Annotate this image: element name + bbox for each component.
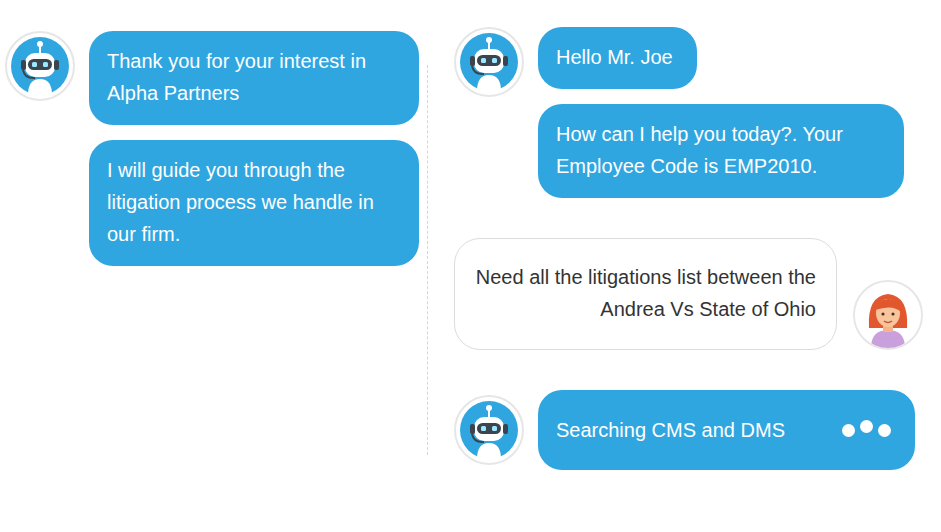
typing-indicator — [842, 424, 891, 437]
message-text: Need all the litigations list between th… — [475, 261, 816, 325]
conversation-panel: Thank you for your interest in Alpha Par… — [0, 0, 427, 532]
chat-page: Thank you for your interest in Alpha Par… — [0, 0, 941, 532]
typing-dot — [860, 420, 873, 433]
typing-dot — [878, 424, 891, 437]
robot-icon — [11, 37, 69, 95]
bot-message: I will guide you through the litigation … — [89, 140, 419, 266]
bot-avatar — [5, 31, 75, 101]
message-text: Searching CMS and DMS — [556, 414, 785, 446]
woman-icon — [855, 282, 921, 348]
conversation-panel: Hello Mr. Joe How can I help you today?. … — [428, 0, 941, 532]
message-text: Thank you for your interest in Alpha Par… — [107, 45, 395, 109]
message-group: Searching CMS and DMS — [538, 390, 904, 470]
message-group: Hello Mr. Joe How can I help you today?. … — [538, 27, 904, 198]
message-text: How can I help you today?. Your Employee… — [556, 118, 880, 182]
bot-avatar — [454, 27, 524, 97]
message-text: I will guide you through the litigation … — [107, 154, 395, 250]
message-row: Thank you for your interest in Alpha Par… — [5, 31, 427, 266]
bot-message: How can I help you today?. Your Employee… — [538, 104, 904, 198]
robot-icon — [460, 33, 518, 91]
message-row: Hello Mr. Joe How can I help you today?. … — [454, 27, 923, 198]
user-message: Need all the litigations list between th… — [454, 238, 837, 350]
user-avatar — [853, 280, 923, 350]
message-row: Need all the litigations list between th… — [454, 238, 923, 350]
message-text: Hello Mr. Joe — [556, 41, 673, 73]
bot-message: Searching CMS and DMS — [538, 390, 915, 470]
divider — [427, 65, 428, 455]
robot-icon — [460, 401, 518, 459]
message-group: Thank you for your interest in Alpha Par… — [89, 31, 419, 266]
bot-message: Hello Mr. Joe — [538, 27, 697, 89]
typing-dot — [842, 424, 855, 437]
message-group: Need all the litigations list between th… — [454, 238, 837, 350]
bot-avatar — [454, 395, 524, 465]
bot-message: Thank you for your interest in Alpha Par… — [89, 31, 419, 125]
message-row: Searching CMS and DMS — [454, 390, 923, 470]
